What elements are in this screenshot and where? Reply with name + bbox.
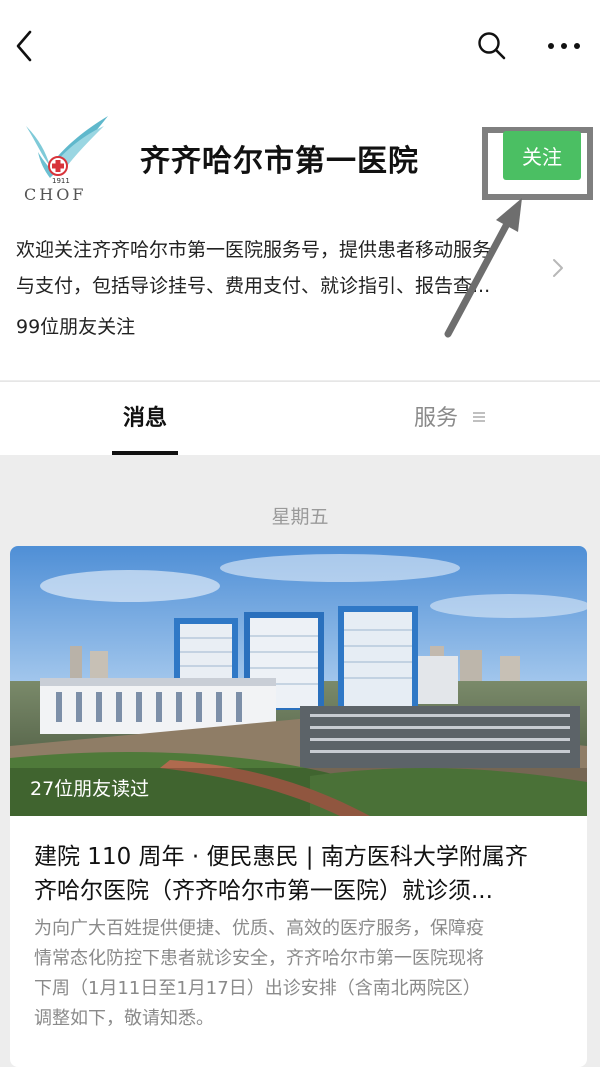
hospital-logo: 1911 CHOF <box>24 116 108 204</box>
account-name: 齐齐哈尔市第一医院 <box>140 144 419 179</box>
article-summary-line-1: 为向广大百姓提供便捷、优质、高效的医疗服务，保障疫 <box>34 918 484 939</box>
article-summary-line-3: 下周（1月11日至1月17日）出诊安排（含南北两院区） <box>34 978 481 999</box>
tab-bar: 消息 服务 <box>0 381 600 455</box>
back-chevron-icon[interactable] <box>10 26 40 66</box>
chevron-right-icon[interactable] <box>550 256 566 280</box>
tab-messages[interactable]: 消息 <box>112 400 178 432</box>
article-summary-line-4: 调整如下，敬请知悉。 <box>34 1008 214 1029</box>
message-date: 星期五 <box>271 506 329 528</box>
logo-text-small: 1911 <box>52 177 70 185</box>
logo-text: CHOF <box>24 185 86 204</box>
follow-button[interactable]: 关注 <box>503 131 581 180</box>
annotation-arrow-icon <box>444 198 522 338</box>
more-dots-icon[interactable] <box>544 36 584 56</box>
article-title-line-1: 建院 110 周年 · 便民惠民 | 南方医科大学附属齐 <box>34 844 528 870</box>
read-count-badge: 27位朋友读过 <box>30 778 150 800</box>
article-summary-line-2: 情常态化防控下患者就诊安全，齐齐哈尔市第一医院现将 <box>34 948 484 969</box>
article-title-line-2: 齐哈尔医院（齐齐哈尔市第一医院）就诊须... <box>34 878 493 904</box>
account-header: 1911 CHOF 齐齐哈尔市第一医院 关注 欢迎关注齐齐哈尔市第一医院服务号，… <box>0 0 600 380</box>
tab-active-indicator <box>112 451 178 455</box>
search-icon[interactable] <box>476 30 508 62</box>
follower-count: 99位朋友关注 <box>16 316 136 338</box>
article-card[interactable]: 27位朋友读过 建院 110 周年 · 便民惠民 | 南方医科大学附属齐 齐哈尔… <box>10 546 587 1067</box>
article-summary: 为向广大百姓提供便捷、优质、高效的医疗服务，保障疫 情常态化防控下患者就诊安全，… <box>34 914 574 1034</box>
article-title[interactable]: 建院 110 周年 · 便民惠民 | 南方医科大学附属齐 齐哈尔医院（齐齐哈尔市… <box>34 840 564 908</box>
tab-services[interactable]: 服务 <box>414 400 458 432</box>
menu-lines-icon <box>473 412 485 422</box>
